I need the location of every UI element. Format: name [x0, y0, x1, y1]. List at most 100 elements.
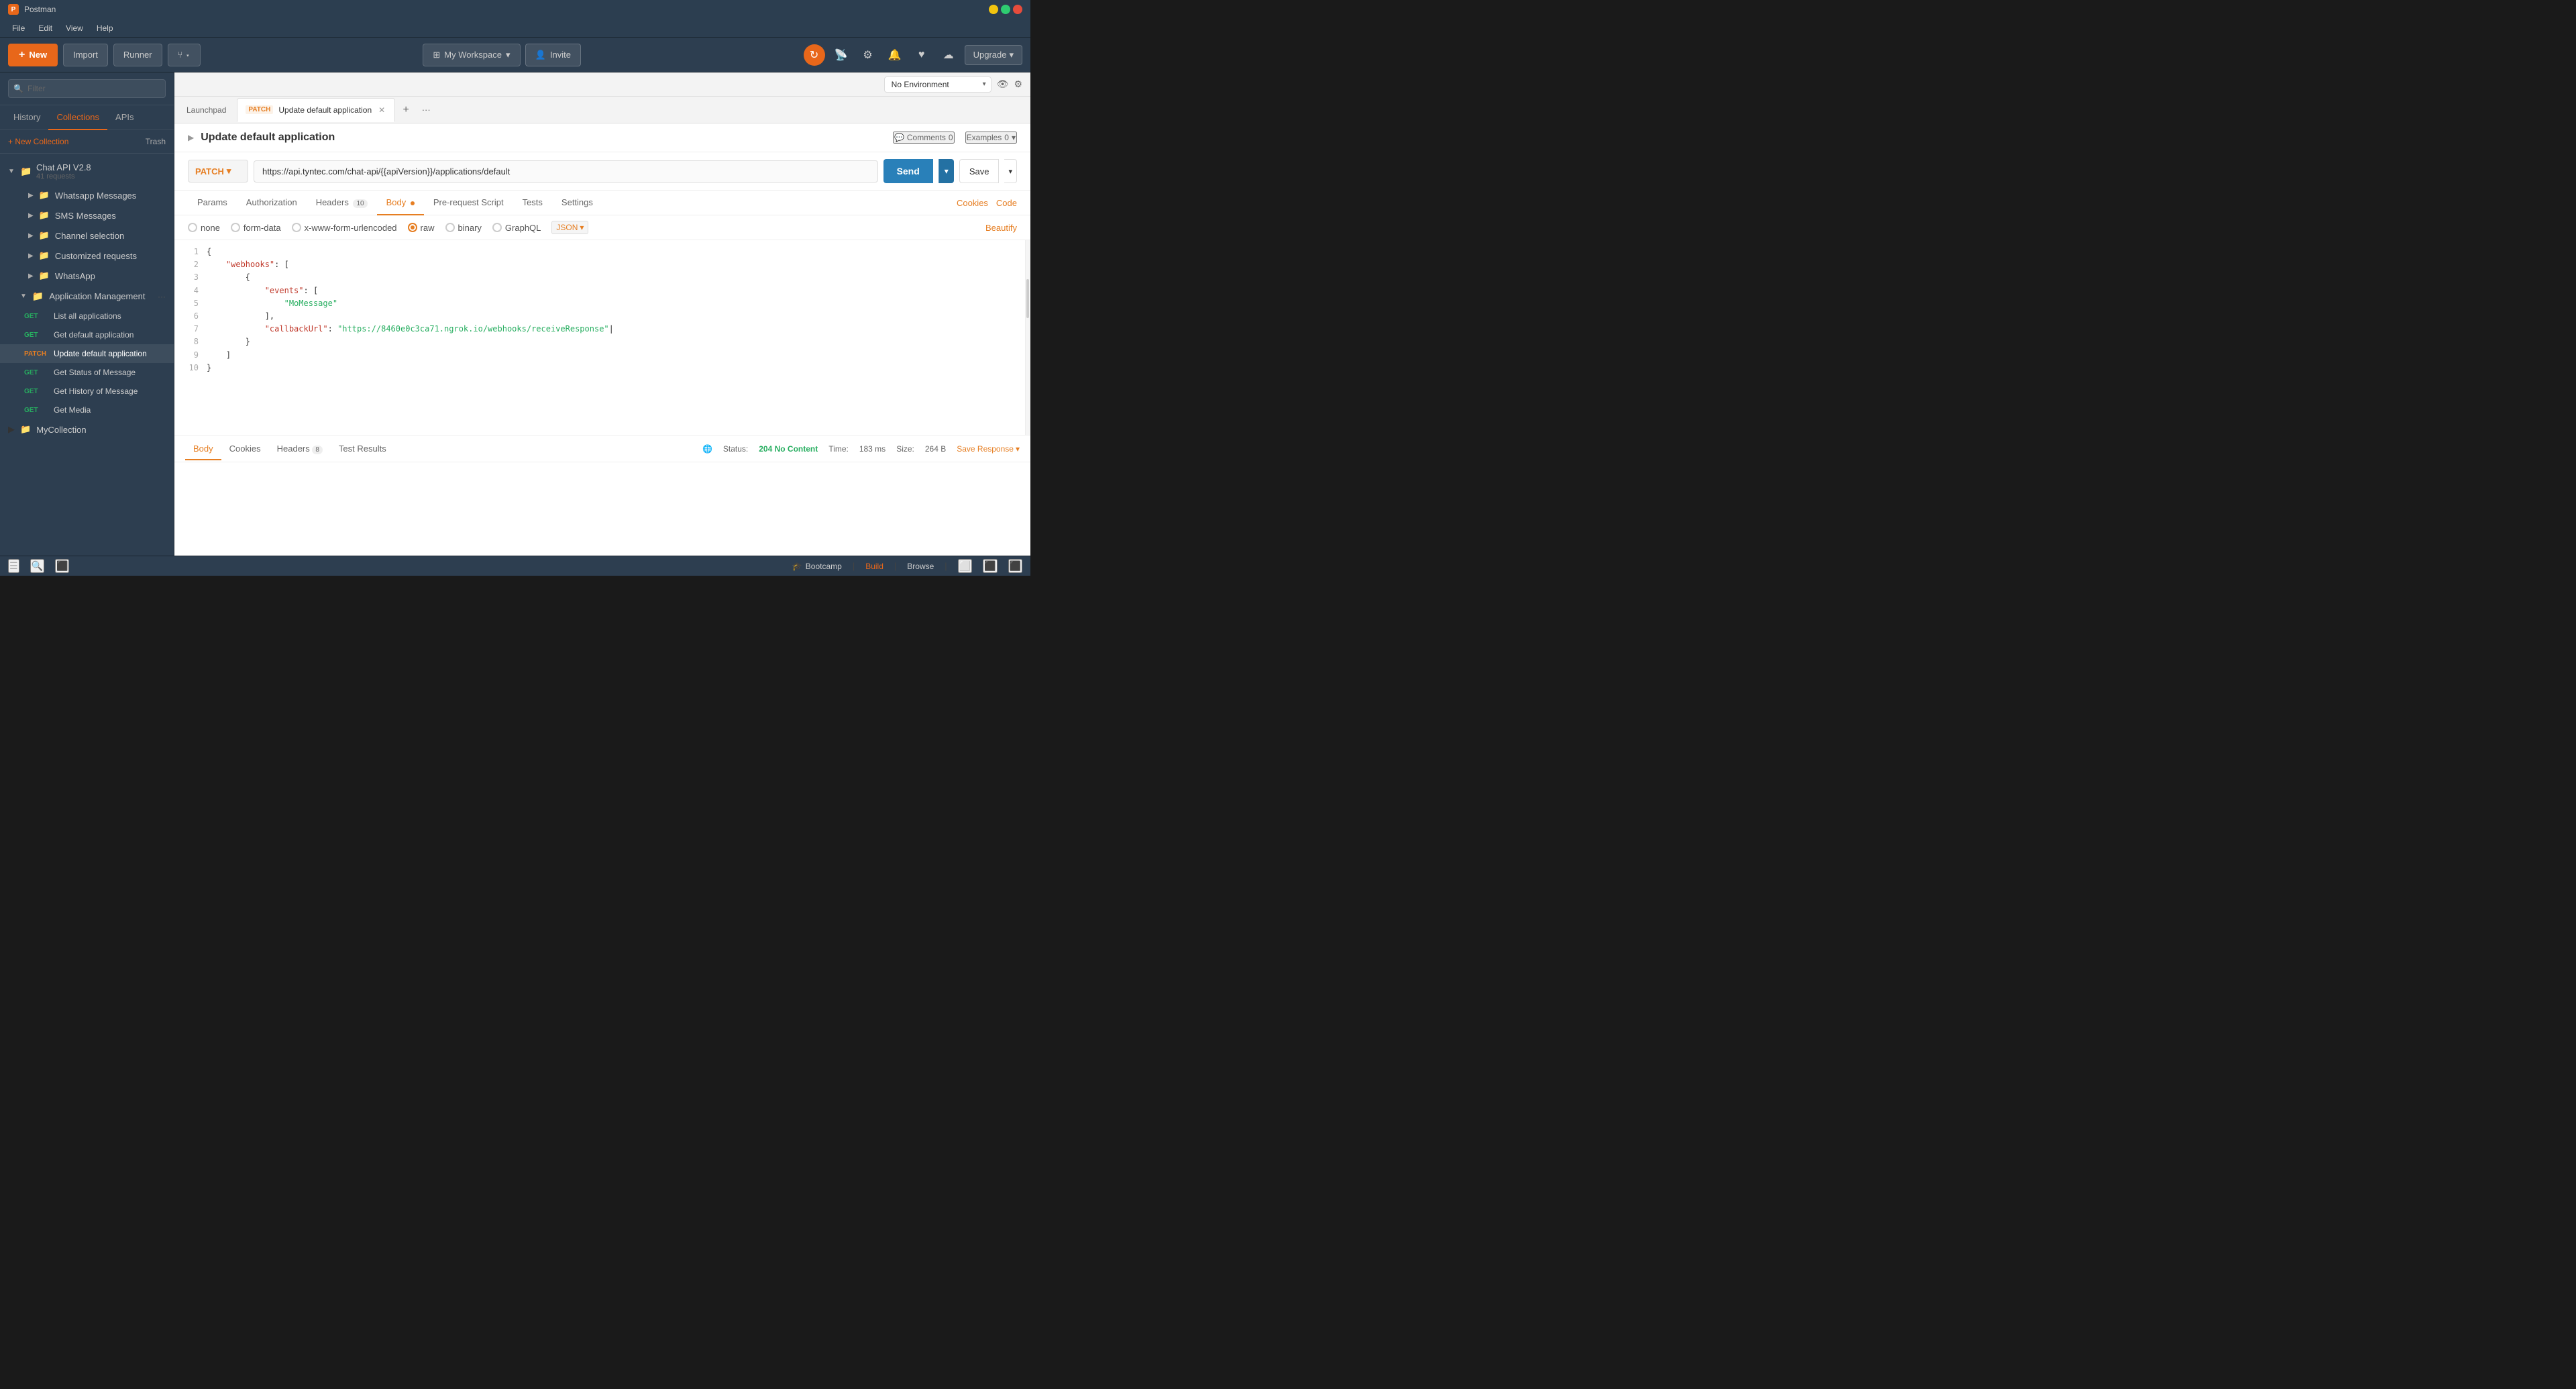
layout-button[interactable]: ⬜ [958, 559, 972, 573]
env-settings-button[interactable]: ⚙ [1014, 79, 1022, 90]
sidebar-item-my-collection[interactable]: ▶ 📁 MyCollection [0, 419, 174, 440]
sidebar-toggle-button[interactable]: ☰ [8, 559, 19, 573]
new-collection-button[interactable]: + New Collection [8, 137, 68, 146]
invite-button[interactable]: 👤 Invite [525, 44, 581, 66]
radio-none[interactable]: none [188, 223, 220, 233]
request-item-get-history-of-message[interactable]: GET Get History of Message [0, 382, 174, 401]
heart-button[interactable]: ♥ [911, 44, 932, 66]
refresh-button[interactable]: ↻ [804, 44, 825, 66]
request-item-list-all-applications[interactable]: GET List all applications [0, 307, 174, 325]
import-button[interactable]: Import [63, 44, 108, 66]
tab-settings[interactable]: Settings [552, 191, 602, 215]
request-item-update-default-application[interactable]: PATCH Update default application [0, 344, 174, 363]
environment-select[interactable]: No Environment [884, 76, 991, 93]
settings-button[interactable]: ⚙ [857, 44, 879, 66]
request-item-get-media[interactable]: GET Get Media [0, 401, 174, 419]
cloud-button[interactable]: ☁ [938, 44, 959, 66]
build-button[interactable]: Build [865, 562, 883, 571]
search-status-button[interactable]: 🔍 [30, 559, 44, 573]
sidebar-item-application-management[interactable]: ▼ 📁 Application Management ··· [0, 286, 174, 307]
more-icon[interactable]: ··· [158, 292, 166, 301]
request-item-get-status-of-message[interactable]: GET Get Status of Message [0, 363, 174, 382]
save-button[interactable]: Save [959, 159, 1000, 183]
collection-header-item[interactable]: ▼ 📁 Chat API V2.8 41 requests [0, 158, 174, 185]
search-input[interactable] [8, 79, 166, 98]
tab-authorization[interactable]: Authorization [237, 191, 307, 215]
tab-close-button[interactable]: ✕ [377, 104, 386, 116]
url-input[interactable] [254, 160, 878, 183]
sidebar-item-whatsapp[interactable]: ▶ 📁 WhatsApp [0, 266, 174, 286]
minimize-button[interactable]: – [989, 5, 998, 14]
env-eye-button[interactable]: 👁 [997, 79, 1009, 90]
send-button[interactable]: Send [883, 159, 933, 183]
status-right: 🎓 Bootcamp | Build | Browse | ⬜ ⬛ ⬛ [792, 559, 1022, 573]
method-badge-patch: PATCH [24, 350, 48, 358]
tab-history[interactable]: History [5, 105, 48, 130]
tab-headers[interactable]: Headers 10 [307, 191, 377, 215]
menu-file[interactable]: File [5, 21, 32, 36]
bootcamp-button[interactable]: 🎓 Bootcamp [792, 562, 842, 571]
resp-tab-test-results[interactable]: Test Results [331, 438, 394, 460]
upgrade-button[interactable]: Upgrade ▾ [965, 45, 1022, 65]
examples-button[interactable]: Examples 0 ▾ [965, 132, 1017, 144]
folder-icon: 📁 [20, 424, 31, 435]
code-link[interactable]: Code [996, 198, 1017, 208]
radio-button[interactable]: 📡 [830, 44, 852, 66]
workspace-button[interactable]: ⊞ My Workspace ▾ [423, 44, 520, 66]
runner-button[interactable]: Runner [113, 44, 162, 66]
save-dropdown-button[interactable]: ▾ [1004, 159, 1017, 183]
trash-button[interactable]: Trash [146, 137, 166, 146]
tab-pre-request-script[interactable]: Pre-request Script [424, 191, 513, 215]
menu-help[interactable]: Help [90, 21, 120, 36]
chevron-down-icon: ▾ [506, 50, 511, 60]
radio-url-encoded[interactable]: x-www-form-urlencoded [292, 223, 397, 233]
new-button[interactable]: + New [8, 44, 58, 66]
method-select[interactable]: PATCH ▾ [188, 160, 248, 183]
menu-view[interactable]: View [59, 21, 90, 36]
resp-tab-headers[interactable]: Headers 8 [269, 438, 331, 460]
radio-raw[interactable]: raw [408, 223, 435, 233]
sidebar-item-sms-messages[interactable]: ▶ 📁 SMS Messages [0, 205, 174, 225]
tab-launchpad[interactable]: Launchpad [177, 98, 235, 122]
app-title: Postman [24, 5, 56, 14]
console-button[interactable]: ⬛ [55, 559, 69, 573]
tab-add-button[interactable]: + [396, 101, 415, 119]
help-button[interactable]: ⬛ [1008, 559, 1022, 573]
tab-body[interactable]: Body [377, 191, 424, 215]
menu-edit[interactable]: Edit [32, 21, 59, 36]
maximize-button[interactable]: □ [1001, 5, 1010, 14]
tab-apis[interactable]: APIs [107, 105, 142, 130]
resp-tab-body[interactable]: Body [185, 438, 221, 460]
code-line-10: 10 } [185, 362, 1020, 374]
sidebar-item-customized-requests[interactable]: ▶ 📁 Customized requests [0, 246, 174, 266]
comments-button[interactable]: 💬 Comments 0 [893, 132, 955, 144]
folder-icon: 📁 [39, 250, 50, 261]
resp-tab-cookies[interactable]: Cookies [221, 438, 269, 460]
fork-button[interactable]: ⑂ ▾ [168, 44, 201, 66]
scrollbar[interactable] [1025, 240, 1030, 435]
radio-graphql[interactable]: GraphQL [492, 223, 541, 233]
folder-icon: 📁 [32, 291, 44, 302]
request-item-get-default-application[interactable]: GET Get default application [0, 325, 174, 344]
cookies-link[interactable]: Cookies [957, 198, 988, 208]
code-editor[interactable]: 1 { 2 "webhooks": [ 3 { 4 "events": [ 5 [174, 240, 1030, 435]
radio-form-data[interactable]: form-data [231, 223, 281, 233]
sidebar-item-whatsapp-messages[interactable]: ▶ 📁 Whatsapp Messages [0, 185, 174, 205]
bell-button[interactable]: 🔔 [884, 44, 906, 66]
sidebar-item-channel-selection[interactable]: ▶ 📁 Channel selection [0, 225, 174, 246]
send-dropdown-button[interactable]: ▾ [938, 159, 954, 183]
tab-collections[interactable]: Collections [48, 105, 107, 130]
tab-more-button[interactable]: ··· [417, 101, 435, 119]
tab-update-default-application[interactable]: PATCH Update default application ✕ [237, 98, 395, 122]
format-select[interactable]: JSON ▾ [551, 221, 588, 234]
browse-button[interactable]: Browse [907, 562, 934, 571]
beautify-button[interactable]: Beautify [985, 223, 1017, 233]
close-button[interactable]: ✕ [1013, 5, 1022, 14]
request-title: Update default application [201, 132, 335, 144]
collapse-icon[interactable]: ▶ [188, 133, 194, 142]
shortcut-button[interactable]: ⬛ [983, 559, 997, 573]
tab-tests[interactable]: Tests [513, 191, 552, 215]
radio-binary[interactable]: binary [445, 223, 482, 233]
tab-params[interactable]: Params [188, 191, 237, 215]
save-response-button[interactable]: Save Response ▾ [957, 444, 1020, 454]
